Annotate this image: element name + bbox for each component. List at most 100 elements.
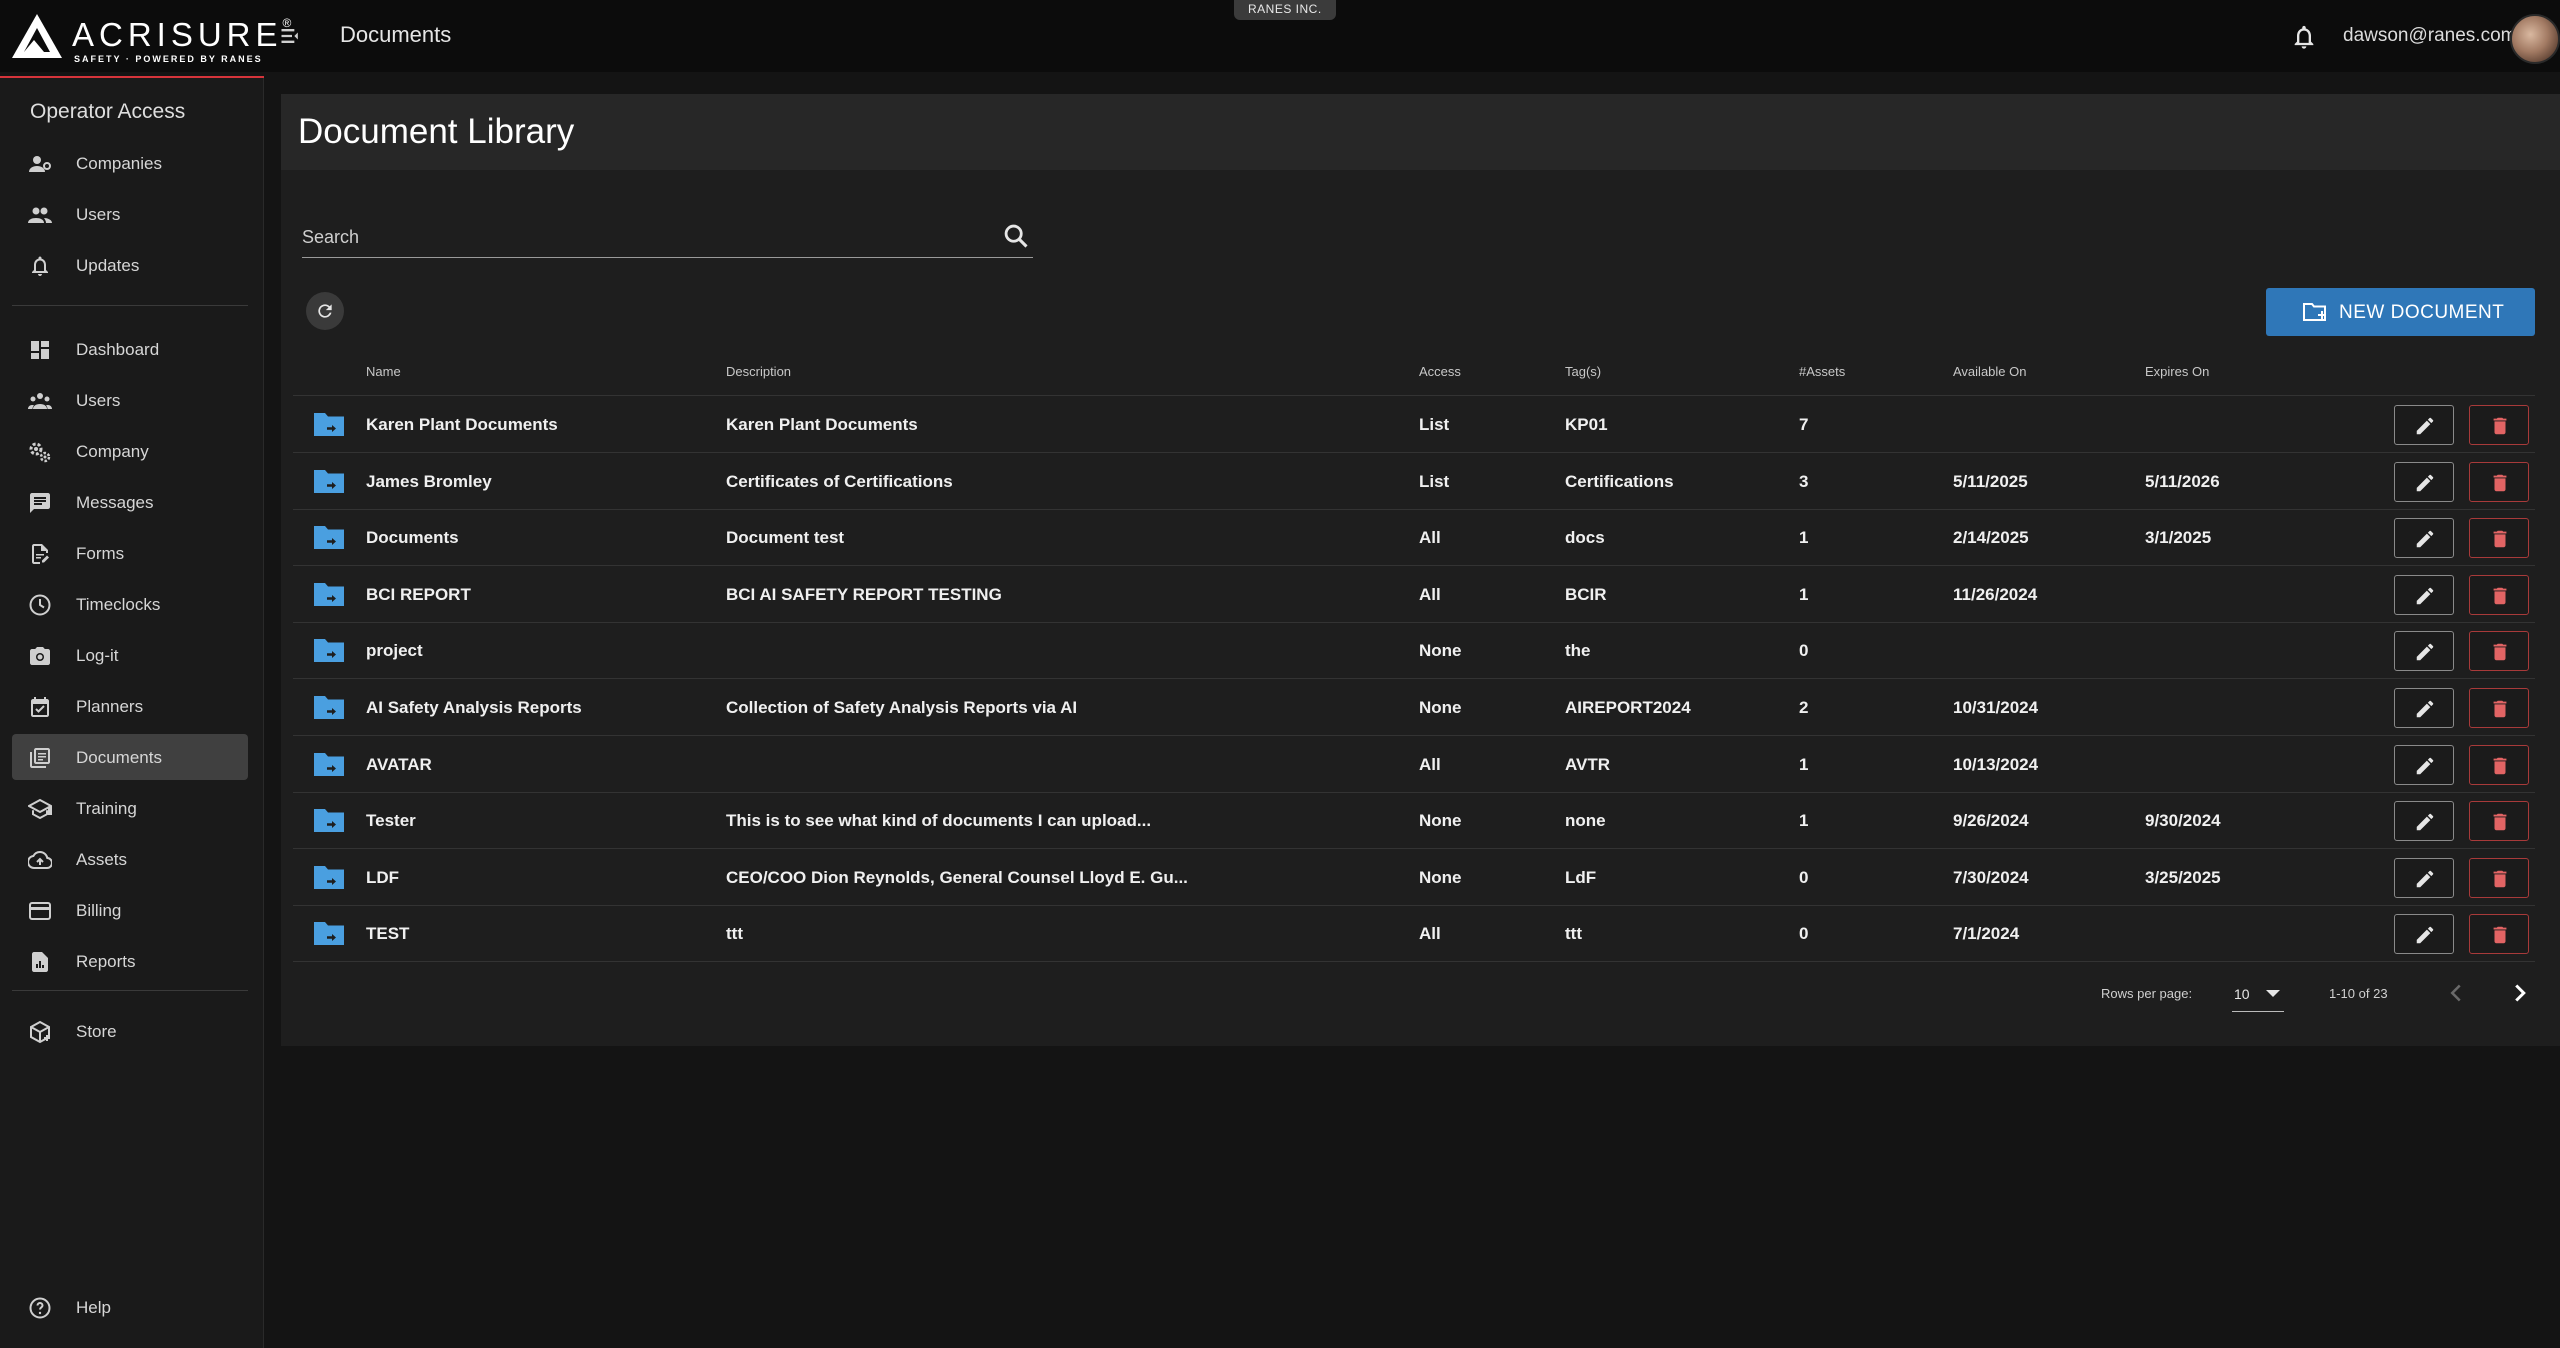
delete-button[interactable]	[2469, 744, 2529, 785]
sidebar-item-timeclocks[interactable]: Timeclocks	[12, 581, 248, 627]
edit-button[interactable]	[2394, 688, 2454, 728]
chevron-down-icon	[2266, 990, 2280, 997]
pagination: Rows per page: 10 1-10 of 23	[281, 974, 2560, 1014]
column-header-access[interactable]: Access	[1419, 364, 1461, 379]
delete-button[interactable]	[2469, 857, 2529, 898]
users-icon	[28, 207, 52, 223]
trash-icon	[2493, 927, 2507, 944]
cell-tags: Certifications	[1565, 471, 1674, 491]
search-input[interactable]	[302, 222, 982, 252]
sidebar-item-operator-users[interactable]: Users	[12, 191, 248, 237]
sidebar-item-log-it[interactable]: Log-it	[12, 632, 248, 678]
column-header-assets[interactable]: #Assets	[1799, 364, 1845, 379]
edit-button[interactable]	[2394, 631, 2454, 672]
logo-name: ACRISURE®	[72, 16, 292, 53]
companies-icon	[29, 156, 51, 172]
edit-button[interactable]	[2394, 518, 2454, 559]
column-header-tags[interactable]: Tag(s)	[1565, 364, 1601, 379]
shared-folder-icon	[314, 526, 344, 550]
cell-access: None	[1419, 867, 1462, 887]
sidebar-item-label: Reports	[76, 952, 136, 971]
search-icon[interactable]	[1002, 222, 1030, 250]
sidebar-item-store[interactable]: Store	[12, 1008, 248, 1054]
cell-tags: KP01	[1565, 415, 1608, 434]
users-icon	[28, 393, 52, 409]
cell-assets: 1	[1799, 754, 1809, 774]
edit-button[interactable]	[2394, 914, 2454, 955]
sidebar-item-label: Users	[76, 205, 121, 224]
sidebar-item-assets[interactable]: Assets	[12, 836, 248, 882]
delete-button[interactable]	[2469, 631, 2529, 672]
sidebar-item-updates[interactable]: Updates	[12, 242, 248, 288]
cell-access: All	[1419, 924, 1441, 944]
column-header-available-on[interactable]: Available On	[1953, 364, 2026, 379]
sidebar-item-reports[interactable]: Reports	[12, 938, 248, 984]
table-row[interactable]: AVATAR All AVTR 1 10/13/2024	[293, 736, 2535, 793]
table-row[interactable]: project None the 0	[293, 622, 2535, 680]
credit-card-icon	[29, 902, 51, 920]
sidebar-item-training[interactable]: Training	[12, 785, 248, 831]
table-row[interactable]: TEST ttt All ttt 0 7/1/2024	[293, 905, 2535, 963]
sidebar-item-billing[interactable]: Billing	[12, 887, 248, 933]
sidebar-item-label: Store	[76, 1022, 117, 1041]
table-row[interactable]: AI Safety Analysis Reports Collection of …	[293, 679, 2535, 736]
table-row[interactable]: Karen Plant Documents Karen Plant Documen…	[293, 396, 2535, 453]
sidebar-item-planners[interactable]: Planners	[12, 683, 248, 729]
delete-button[interactable]	[2469, 914, 2529, 955]
table-row[interactable]: LDF CEO/COO Dion Reynolds, General Counse…	[293, 849, 2535, 906]
shared-folder-icon	[314, 922, 344, 946]
pencil-icon	[2416, 757, 2434, 774]
delete-button[interactable]	[2469, 405, 2529, 445]
user-email[interactable]: dawson@ranes.com	[2343, 25, 2516, 47]
edit-button[interactable]	[2394, 857, 2454, 898]
delete-button[interactable]	[2469, 518, 2529, 559]
sidebar-item-documents[interactable]: Documents	[12, 734, 248, 780]
company-badge[interactable]: RANES INC.	[1234, 0, 1336, 20]
table-row[interactable]: James Bromley Certificates of Certificati…	[293, 453, 2535, 510]
cell-expires-on: 3/25/2025	[2145, 867, 2221, 887]
avatar[interactable]	[2510, 14, 2560, 64]
previous-page-icon[interactable]	[2441, 978, 2471, 1008]
sidebar-item-help[interactable]: Help	[12, 1284, 248, 1330]
new-document-button[interactable]: NEW DOCUMENT	[2266, 288, 2535, 336]
table-row[interactable]: BCI REPORT BCI AI SAFETY REPORT TESTING Al…	[293, 566, 2535, 623]
edit-button[interactable]	[2394, 744, 2454, 785]
column-header-description[interactable]: Description	[726, 364, 791, 379]
sidebar-item-company[interactable]: Company	[12, 428, 248, 474]
column-header-name[interactable]: Name	[366, 364, 401, 379]
menu-collapse-icon[interactable]	[278, 22, 306, 50]
next-page-icon[interactable]	[2505, 978, 2535, 1008]
acrisure-logo[interactable]: ACRISURE® SAFETY · POWERED BY RANES	[12, 14, 291, 64]
edit-button[interactable]	[2394, 405, 2454, 445]
pencil-icon	[2416, 530, 2434, 548]
sidebar-item-label: Dashboard	[76, 340, 160, 359]
table-row[interactable]: Documents Document test All docs 1 2/14/2025 3…	[293, 509, 2535, 567]
refresh-button[interactable]	[306, 292, 344, 330]
delete-button[interactable]	[2469, 574, 2529, 615]
cell-available-on: 11/26/2024	[1953, 584, 2038, 604]
sidebar-item-label: Training	[76, 799, 137, 818]
sidebar-item-users[interactable]: Users	[12, 377, 248, 423]
delete-button[interactable]	[2469, 688, 2529, 728]
help-icon	[29, 1297, 51, 1319]
sidebar-item-label: Log-it	[76, 646, 119, 665]
table-row[interactable]: Tester This is to see what kind of docume…	[293, 792, 2535, 850]
column-header-expires-on[interactable]: Expires On	[2145, 364, 2209, 379]
cell-description: Karen Plant Documents	[726, 415, 918, 434]
clock-icon	[29, 594, 51, 616]
cell-name: Documents	[366, 528, 459, 548]
sidebar-item-messages[interactable]: Messages	[12, 479, 248, 525]
delete-button[interactable]	[2469, 461, 2529, 502]
bell-icon	[32, 256, 48, 276]
sidebar-item-companies[interactable]: Companies	[12, 140, 248, 186]
edit-button[interactable]	[2394, 574, 2454, 615]
notifications-bell-icon[interactable]	[2290, 22, 2318, 52]
sidebar: Operator Access Companies Users Updates …	[0, 78, 264, 1348]
edit-button[interactable]	[2394, 461, 2454, 502]
rows-per-page-select[interactable]: 10	[2232, 978, 2284, 1012]
edit-button[interactable]	[2394, 801, 2454, 842]
cell-available-on: 7/30/2024	[1953, 867, 2029, 887]
sidebar-item-forms[interactable]: Forms	[12, 530, 248, 576]
sidebar-item-dashboard[interactable]: Dashboard	[12, 326, 248, 372]
delete-button[interactable]	[2469, 801, 2529, 842]
